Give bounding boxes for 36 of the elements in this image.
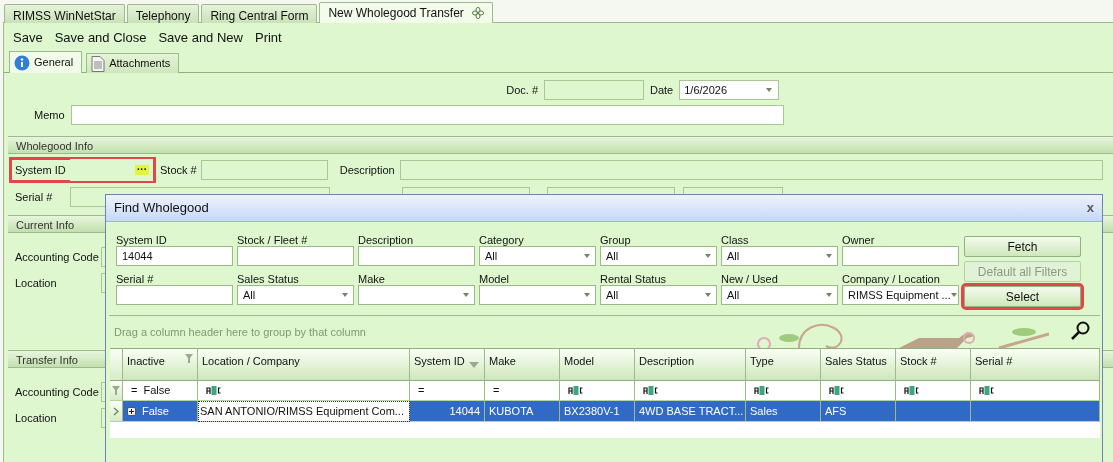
filter-label: System ID: [116, 233, 168, 246]
filter-label: Sales Status: [237, 271, 300, 285]
section-header: Wholegood Info: [8, 136, 1113, 154]
field-label: Doc. #: [505, 82, 538, 98]
table-cell: BX2380V-1: [560, 401, 635, 422]
filter-label: Company / Location: [842, 271, 941, 285]
filter-label: Owner: [842, 233, 876, 246]
field-label: Accounting Code: [15, 249, 100, 265]
field-label: Description: [339, 162, 395, 178]
filter-label: Make: [358, 271, 386, 285]
group-hint: Drag a column header here to group by that column: [114, 324, 366, 340]
field-label: Location: [15, 275, 58, 291]
field-label: Accounting Code: [15, 384, 100, 400]
field-label: Stock #: [160, 162, 197, 178]
field-label: Date: [650, 82, 674, 98]
filter-label: Model: [479, 271, 510, 285]
table-cell: SAN ANTONIO/RIMSS Equipment Com...: [198, 401, 410, 422]
field-label: Location: [15, 410, 58, 426]
dialog-title: Find Wholegood: [114, 199, 209, 218]
field-label: Memo: [34, 107, 65, 123]
table-cell: 4WD BASE TRACT...: [635, 401, 746, 422]
table-cell: AFS: [821, 401, 896, 422]
filter-label: New / Used: [721, 271, 779, 285]
filter-label: Class: [721, 233, 750, 246]
table-cell: Sales: [746, 401, 821, 422]
filter-label: Serial #: [116, 271, 155, 285]
filter-label: Group: [600, 233, 632, 246]
table-cell: KUBOTA: [485, 401, 560, 422]
table-cell: False: [123, 401, 198, 422]
field-label: System ID: [15, 162, 66, 178]
table-cell: 14044: [410, 401, 485, 422]
field-label: Serial #: [15, 189, 54, 205]
filter-label: Description: [358, 233, 415, 246]
filter-label: Category: [479, 233, 525, 246]
filter-label: Stock / Fleet #: [237, 233, 309, 246]
filter-label: Rental Status: [600, 271, 668, 285]
